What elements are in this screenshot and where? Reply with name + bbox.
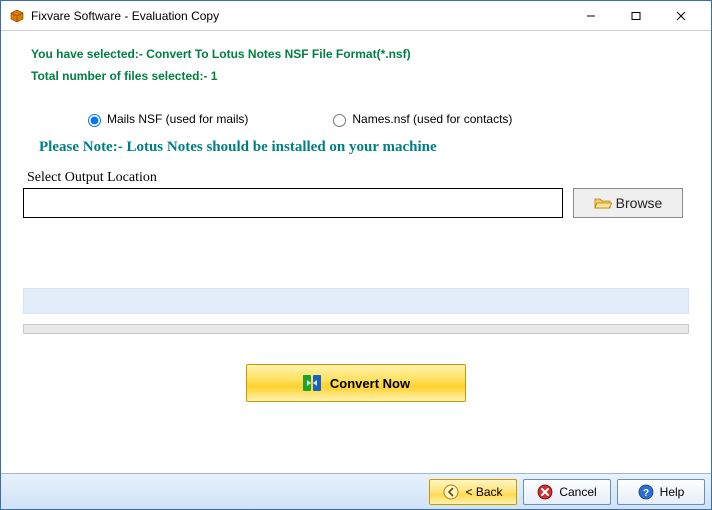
radio-mails-label: Mails NSF (used for mails) [107,112,248,126]
app-icon [9,8,25,24]
radio-names-input[interactable] [333,114,346,127]
back-button[interactable]: < Back [429,479,517,505]
back-label: < Back [465,485,502,499]
convert-now-button[interactable]: Convert Now [246,364,466,402]
radio-mails-input[interactable] [88,114,101,127]
minimize-button[interactable] [568,2,613,30]
titlebar: Fixvare Software - Evaluation Copy [1,1,711,31]
window-controls [568,2,703,30]
convert-label: Convert Now [330,376,410,391]
help-label: Help [660,485,685,499]
progress-bar [23,324,689,334]
arrow-left-icon [443,484,459,500]
content-area: You have selected:- Convert To Lotus Not… [1,31,711,473]
convert-icon [302,374,322,392]
output-location-input[interactable] [23,188,563,218]
selected-format-text: You have selected:- Convert To Lotus Not… [31,47,689,61]
nsf-type-radio-group: Mails NSF (used for mails) Names.nsf (us… [23,111,689,127]
folder-open-icon [594,196,612,210]
cancel-icon [537,484,553,500]
close-button[interactable] [658,2,703,30]
cancel-label: Cancel [559,485,596,499]
file-count-text: Total number of files selected:- 1 [31,69,689,83]
radio-names-nsf[interactable]: Names.nsf (used for contacts) [328,111,512,127]
footer-bar: < Back Cancel ? Help [1,473,711,509]
browse-label: Browse [616,195,663,211]
convert-wrap: Convert Now [23,364,689,402]
help-button[interactable]: ? Help [617,479,705,505]
output-location-label: Select Output Location [27,170,689,186]
maximize-button[interactable] [613,2,658,30]
help-icon: ? [638,484,654,500]
browse-button[interactable]: Browse [573,188,683,218]
cancel-button[interactable]: Cancel [523,479,611,505]
svg-text:?: ? [643,488,649,499]
radio-names-label: Names.nsf (used for contacts) [352,112,512,126]
radio-mails-nsf[interactable]: Mails NSF (used for mails) [83,111,248,127]
window-title: Fixvare Software - Evaluation Copy [31,9,219,23]
output-row: Browse [23,188,689,218]
install-note: Please Note:- Lotus Notes should be inst… [39,139,689,156]
status-strip [23,288,689,314]
